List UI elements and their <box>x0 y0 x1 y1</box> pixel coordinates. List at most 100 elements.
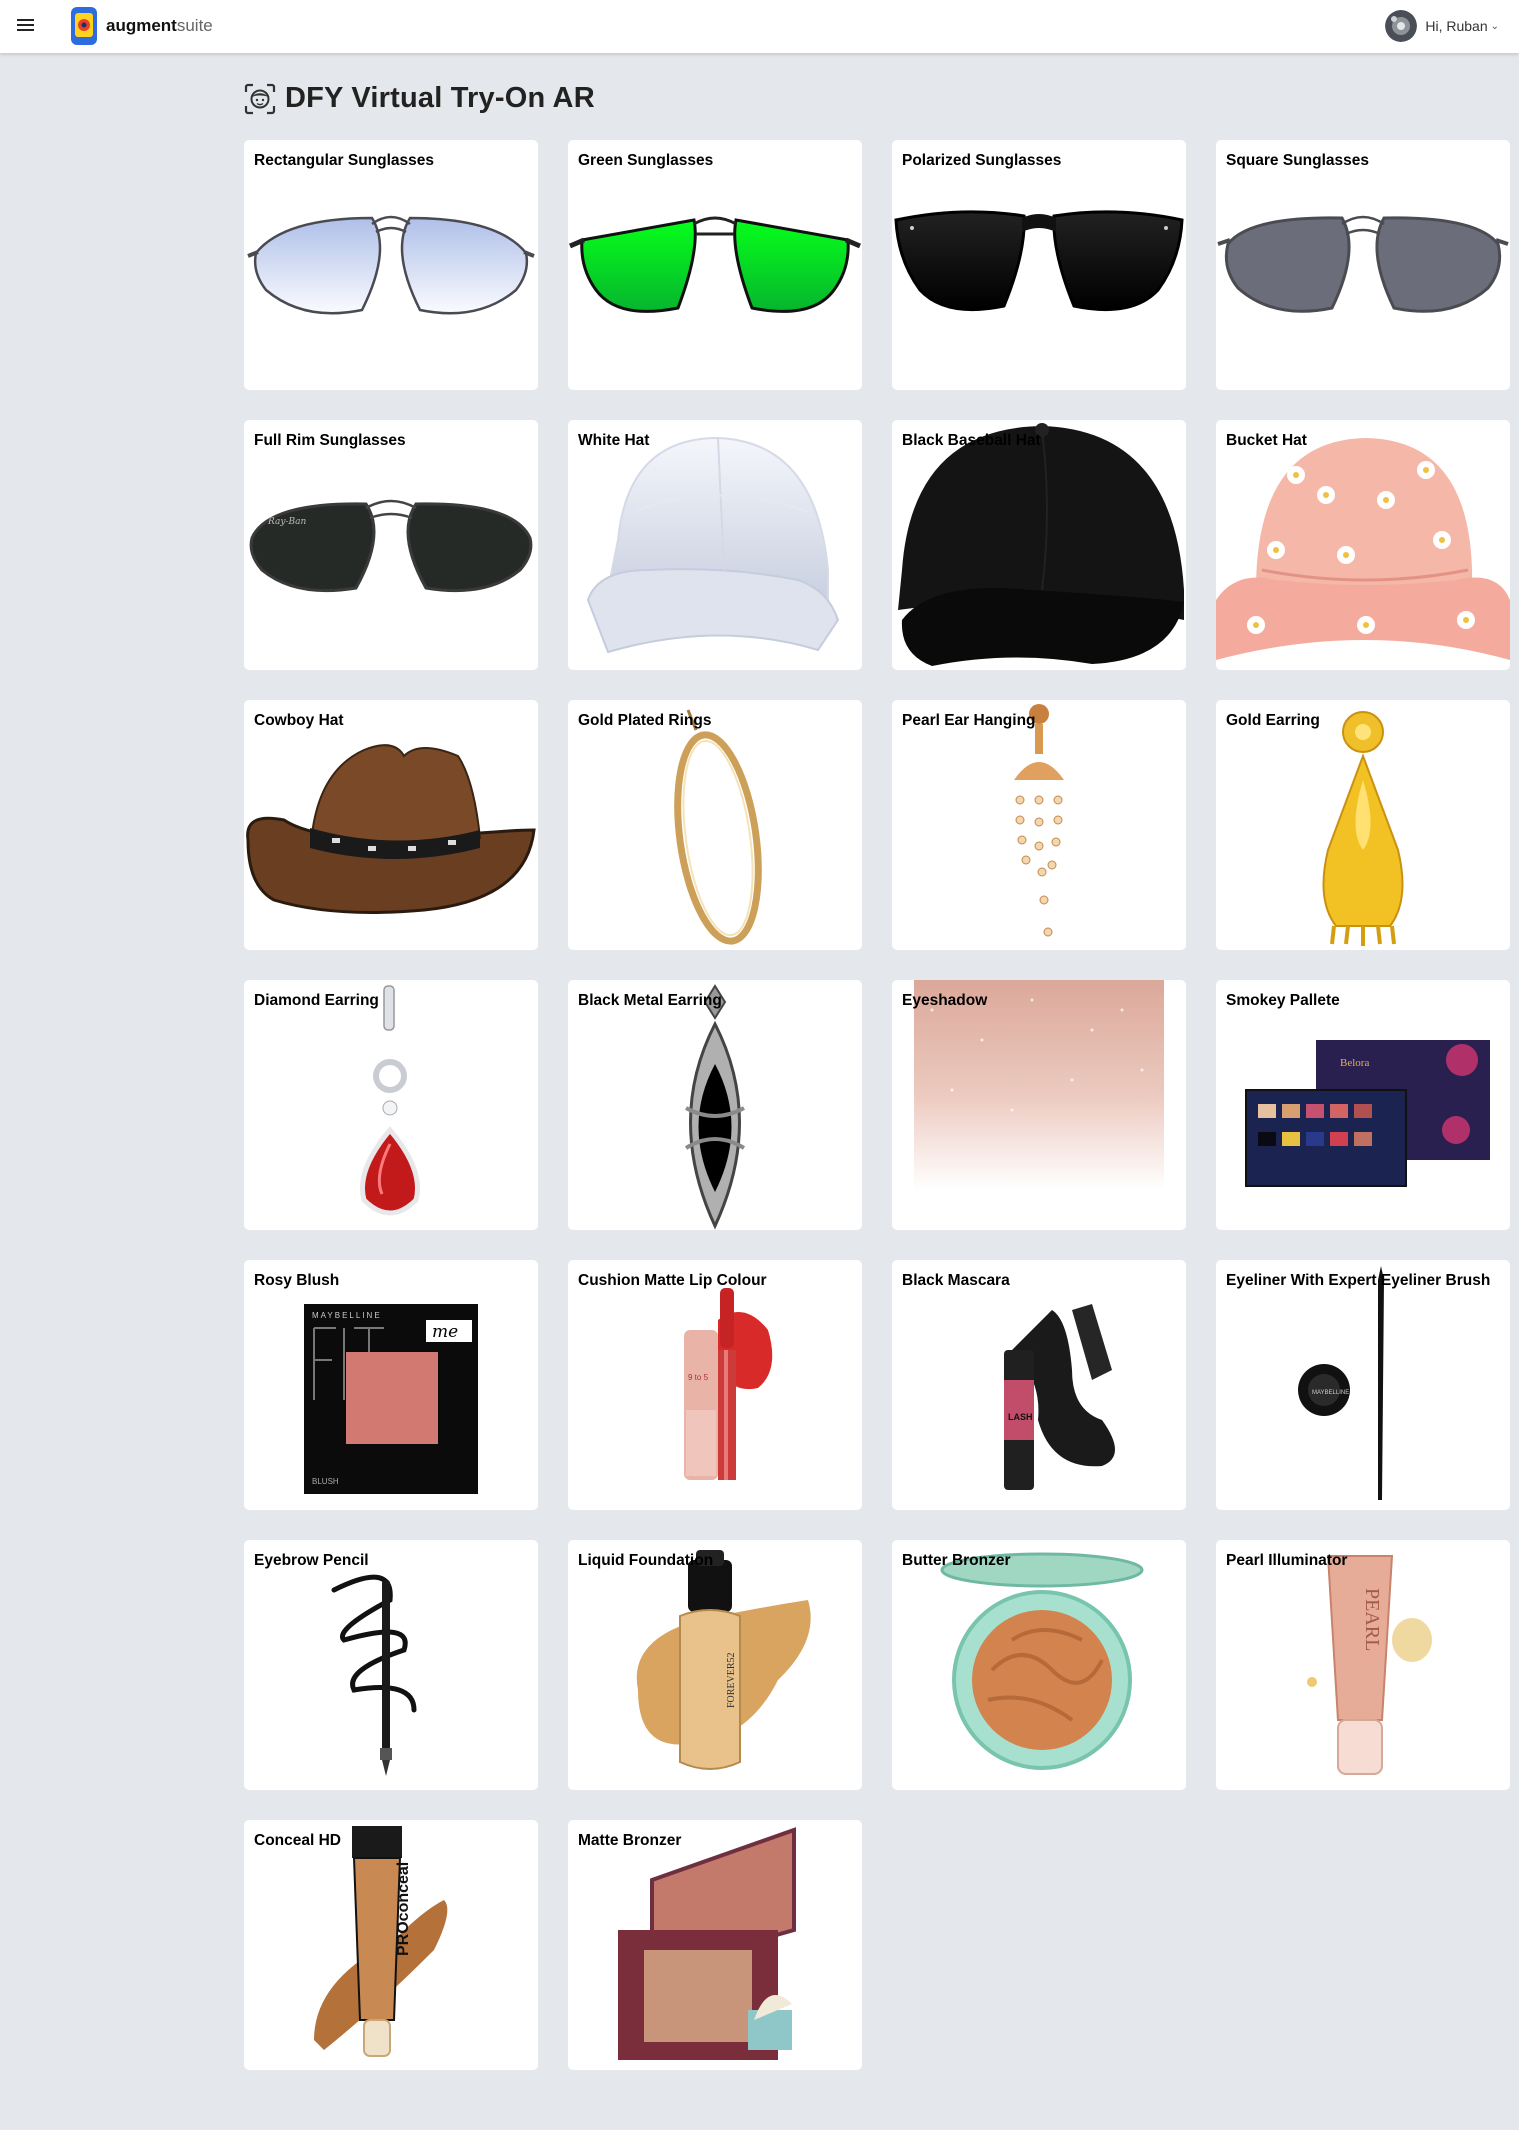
product-label: Gold Earring <box>1226 712 1320 729</box>
svg-text:9 to 5: 9 to 5 <box>688 1373 709 1382</box>
product-card[interactable]: LASH Black Mascara <box>892 1260 1186 1510</box>
product-label: Rectangular Sunglasses <box>254 152 435 169</box>
green-sunglasses-icon <box>569 216 861 313</box>
product-label: Cowboy Hat <box>254 712 344 729</box>
face-scan-icon <box>244 83 276 114</box>
concealer-tube-icon: PROconceal <box>314 1826 448 2057</box>
product-label: Pearl Illuminator <box>1226 1552 1348 1569</box>
product-label: Black Metal Earring <box>578 992 722 1009</box>
product-label: Conceal HD <box>254 1832 341 1849</box>
product-label: Eyeliner With Expert Eyeliner Brush <box>1226 1272 1491 1289</box>
product-label: Cushion Matte Lip Colour <box>578 1272 767 1289</box>
product-card[interactable]: Square Sunglasses <box>1216 140 1510 390</box>
product-label: Diamond Earring <box>254 992 379 1009</box>
foundation-bottle-icon: FOREVER52 <box>636 1550 811 1770</box>
eyebrow-pencil-icon <box>331 1574 417 1776</box>
product-card[interactable]: Black Metal Earring <box>568 980 862 1230</box>
product-card[interactable]: Ray-Ban Full Rim Sunglasses <box>244 420 538 670</box>
pink-bucket-hat-icon <box>1216 438 1510 660</box>
gold-hoop-icon <box>674 709 762 945</box>
dark-aviator-sunglasses-icon: Ray-Ban <box>249 499 533 593</box>
product-card[interactable]: PEARL Pearl Illuminator <box>1216 1540 1510 1790</box>
product-label: Eyebrow Pencil <box>254 1552 369 1569</box>
product-card[interactable]: PROconceal Conceal HD <box>244 1820 538 2070</box>
product-card[interactable]: Belora Smokey Pallete <box>1216 980 1510 1230</box>
svg-text:Belora: Belora <box>1340 1057 1369 1069</box>
svg-text:PROconceal: PROconceal <box>395 1862 412 1956</box>
product-label: Smokey Pallete <box>1226 992 1340 1009</box>
aviator-sunglasses-icon <box>247 215 535 315</box>
svg-text:BLUSH: BLUSH <box>312 1477 339 1486</box>
product-label: White Hat <box>578 432 650 449</box>
product-card[interactable]: Eyeshadow <box>892 980 1186 1230</box>
eyeliner-icon: MAYBELLINE <box>1298 1266 1384 1500</box>
product-card[interactable]: MAYBELLINE me BLUSH Rosy Blush <box>244 1260 538 1510</box>
product-label: Green Sunglasses <box>578 152 714 169</box>
product-grid: Rectangular Sunglasses Green Sunglasses … <box>244 140 1514 2070</box>
product-label: Liquid Foundation <box>578 1552 714 1569</box>
product-card[interactable]: Pearl Ear Hanging <box>892 700 1186 950</box>
product-card[interactable]: Matte Bronzer <box>568 1820 862 2070</box>
product-card[interactable]: Diamond Earring <box>244 980 538 1230</box>
user-menu[interactable]: Hi, Ruban ⌄ <box>1385 10 1499 42</box>
product-card[interactable]: Rectangular Sunglasses <box>244 140 538 390</box>
black-cap-icon <box>898 423 1184 666</box>
product-label: Matte Bronzer <box>578 1832 682 1849</box>
blush-compact-icon: MAYBELLINE me BLUSH <box>304 1304 478 1494</box>
bronzer-compact-icon <box>940 1552 1144 1770</box>
svg-text:PEARL: PEARL <box>1361 1588 1383 1651</box>
product-label: Butter Bronzer <box>902 1552 1011 1569</box>
gold-earring-icon <box>1322 711 1404 946</box>
svg-text:Ray-Ban: Ray-Ban <box>267 517 306 527</box>
hamburger-menu-icon[interactable] <box>17 16 34 32</box>
black-metal-earring-icon <box>684 984 746 1230</box>
black-wayfarer-sunglasses-icon <box>894 210 1184 312</box>
svg-text:LASH: LASH <box>1008 1412 1033 1422</box>
product-card[interactable]: Gold Plated Rings <box>568 700 862 950</box>
product-label: Black Mascara <box>902 1272 1010 1289</box>
app-logo[interactable]: augmentsuite <box>66 5 213 47</box>
white-cap-icon <box>586 436 840 654</box>
product-card[interactable]: Gold Earring <box>1216 700 1510 950</box>
product-label: Black Baseball Hat <box>902 432 1041 449</box>
product-card[interactable]: Black Baseball Hat <box>892 420 1186 670</box>
top-navbar: augmentsuite Hi, Ruban ⌄ <box>0 0 1519 53</box>
ruby-drop-earring-icon <box>360 985 420 1216</box>
product-label: Gold Plated Rings <box>578 712 712 729</box>
product-card[interactable]: White Hat <box>568 420 862 670</box>
product-label: Rosy Blush <box>254 1272 340 1289</box>
brand-name: augmentsuite <box>106 16 213 35</box>
svg-text:me: me <box>432 1322 458 1342</box>
bronzer-box-icon <box>618 1827 796 2060</box>
page-title: DFY Virtual Try-On AR <box>285 82 595 114</box>
product-card[interactable]: Cowboy Hat <box>244 700 538 950</box>
page-header: DFY Virtual Try-On AR <box>244 82 595 115</box>
svg-text:MAYBELLINE: MAYBELLINE <box>312 1311 382 1320</box>
product-card[interactable]: MAYBELLINE Eyeliner With Expert Eyeliner… <box>1216 1260 1510 1510</box>
chevron-down-icon: ⌄ <box>1490 20 1499 32</box>
svg-text:MAYBELLINE: MAYBELLINE <box>1312 1390 1349 1396</box>
eyeshadow-palette-icon: Belora <box>1245 1040 1490 1187</box>
product-label: Square Sunglasses <box>1226 152 1370 169</box>
product-card[interactable]: Green Sunglasses <box>568 140 862 390</box>
avatar <box>1385 10 1418 42</box>
mascara-icon: LASH <box>1004 1304 1115 1490</box>
product-label: Bucket Hat <box>1226 432 1307 449</box>
cowboy-hat-icon <box>246 744 536 914</box>
user-greeting: Hi, Ruban <box>1425 18 1488 34</box>
product-card[interactable]: FOREVER52 Liquid Foundation <box>568 1540 862 1790</box>
pearl-earring-icon <box>1014 704 1064 937</box>
lipstick-icon: 9 to 5 <box>684 1288 773 1480</box>
product-card[interactable]: Bucket Hat <box>1216 420 1510 670</box>
product-card[interactable]: 9 to 5 Cushion Matte Lip Colour <box>568 1260 862 1510</box>
svg-text:FOREVER52: FOREVER52 <box>726 1652 737 1708</box>
illuminator-tube-icon: PEARL <box>1307 1555 1432 1775</box>
product-label: Eyeshadow <box>902 992 988 1009</box>
product-label: Polarized Sunglasses <box>902 152 1062 169</box>
product-card[interactable]: Eyebrow Pencil <box>244 1540 538 1790</box>
product-card[interactable]: Polarized Sunglasses <box>892 140 1186 390</box>
logo-icon <box>71 7 97 45</box>
product-label: Full Rim Sunglasses <box>254 432 406 449</box>
product-label: Pearl Ear Hanging <box>902 712 1036 729</box>
product-card[interactable]: Butter Bronzer <box>892 1540 1186 1790</box>
